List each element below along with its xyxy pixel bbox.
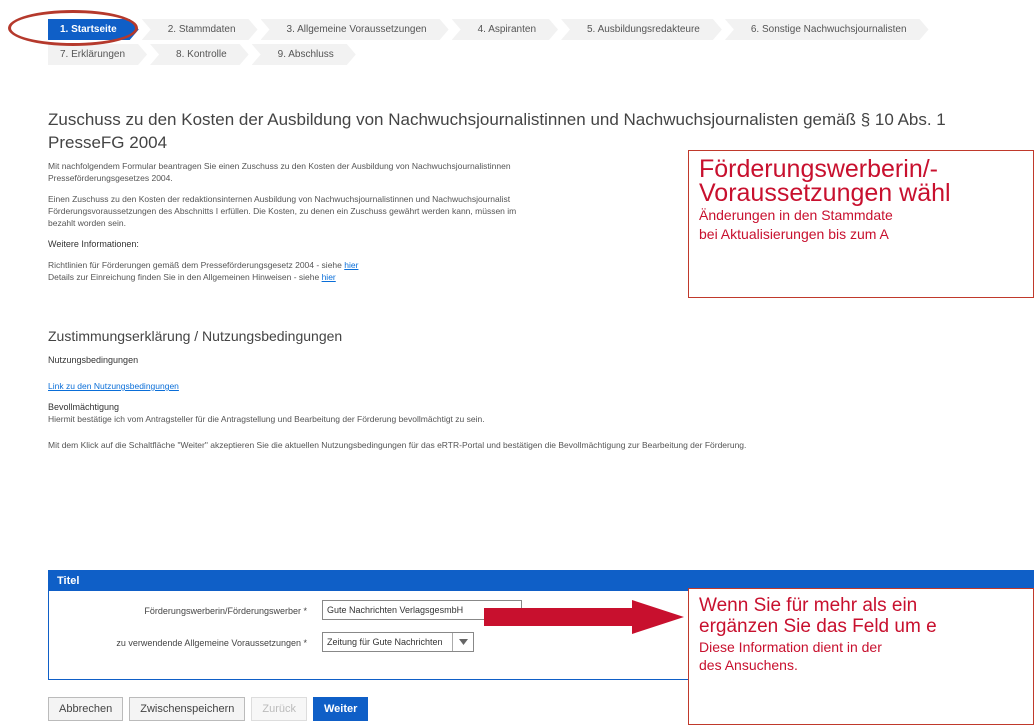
hinweise-link[interactable]: hier bbox=[322, 272, 336, 282]
step-highlight-oval bbox=[8, 10, 138, 46]
terms-label: Nutzungsbedingungen bbox=[48, 355, 139, 365]
step-aspiranten[interactable]: 4. Aspiranten bbox=[452, 19, 558, 40]
step-allgemeine-voraussetzungen[interactable]: 3. Allgemeine Voraussetzungen bbox=[261, 19, 449, 40]
consent-title: Zustimmungserklärung / Nutzungsbedingung… bbox=[48, 328, 343, 344]
steps-row-2: 7. Erklärungen 8. Kontrolle 9. Abschluss bbox=[48, 44, 1034, 65]
chevron-down-icon[interactable] bbox=[452, 633, 473, 651]
step-abschluss[interactable]: 9. Abschluss bbox=[252, 44, 356, 65]
power-label: Bevollmächtigung bbox=[48, 402, 120, 412]
note1-title1: Förderungswerberin/- bbox=[699, 155, 938, 183]
note1-sub1: Änderungen in den Stammdate bbox=[699, 207, 893, 223]
intro2c-text: bezahlt worden sein. bbox=[48, 218, 126, 228]
intro1b-text: Presseförderungsgesetzes 2004. bbox=[48, 173, 173, 183]
prerequisites-select[interactable]: Zeitung für Gute Nachrichten bbox=[322, 632, 474, 652]
power-of-attorney: Bevollmächtigung Hiermit bestätige ich vo… bbox=[48, 401, 1034, 425]
save-draft-button[interactable]: Zwischenspeichern bbox=[129, 697, 246, 721]
annotation-box-bottom: Wenn Sie für mehr als ein ergänzen Sie d… bbox=[688, 588, 1034, 725]
page-title-line1: Zuschuss zu den Kosten der Ausbildung vo… bbox=[48, 110, 946, 129]
page-title-line2: PresseFG 2004 bbox=[48, 133, 168, 152]
action-buttons: Abbrechen Zwischenspeichern Zurück Weite… bbox=[48, 697, 369, 721]
field1-label: Förderungswerberin/Förderungswerber * bbox=[144, 606, 307, 616]
step-kontrolle[interactable]: 8. Kontrolle bbox=[150, 44, 249, 65]
intro1-text: Mit nachfolgendem Formular beantragen Si… bbox=[48, 161, 511, 171]
info2-text: Details zur Einreichung finden Sie in de… bbox=[48, 272, 322, 282]
note2-title2: ergänzen Sie das Feld um e bbox=[699, 616, 937, 637]
accept-text: Mit dem Klick auf die Schaltfläche "Weit… bbox=[48, 440, 747, 450]
intro2a-text: Einen Zuschuss zu den Kosten der redakti… bbox=[48, 194, 511, 204]
annotation-arrow-icon bbox=[484, 600, 684, 634]
note2-sub1: Diese Information dient in der bbox=[699, 639, 882, 655]
intro2b-text: Förderungsvoraussetzungen des Abschnitts… bbox=[48, 206, 517, 216]
prerequisites-select-value: Zeitung für Gute Nachrichten bbox=[327, 637, 443, 647]
step-erklaerungen[interactable]: 7. Erklärungen bbox=[48, 44, 147, 65]
note1-title2: Voraussetzungen wähl bbox=[699, 179, 951, 207]
step-ausbildungsredakteure[interactable]: 5. Ausbildungsredakteure bbox=[561, 19, 722, 40]
back-button: Zurück bbox=[251, 697, 307, 721]
note1-sub2: bei Aktualisierungen bis zum A bbox=[699, 226, 889, 242]
step-sonstige-nachwuchsjournalisten[interactable]: 6. Sonstige Nachwuchsjournalisten bbox=[725, 19, 929, 40]
page-title: Zuschuss zu den Kosten der Ausbildung vo… bbox=[48, 108, 1034, 154]
cancel-button[interactable]: Abbrechen bbox=[48, 697, 124, 721]
power-text: Hiermit bestätige ich vom Antragsteller … bbox=[48, 414, 485, 424]
terms-link[interactable]: Link zu den Nutzungsbedingungen bbox=[48, 381, 179, 391]
step-stammdaten[interactable]: 2. Stammdaten bbox=[142, 19, 258, 40]
note2-title1: Wenn Sie für mehr als ein bbox=[699, 595, 918, 616]
field2-label: zu verwendende Allgemeine Voraussetzunge… bbox=[116, 638, 307, 648]
steps-row-1: 1. Startseite 2. Stammdaten 3. Allgemein… bbox=[48, 19, 1034, 40]
info1-text: Richtlinien für Förderungen gemäß dem Pr… bbox=[48, 260, 345, 270]
next-button[interactable]: Weiter bbox=[313, 697, 369, 721]
annotation-box-top: Förderungswerberin/- Voraussetzungen wäh… bbox=[688, 150, 1034, 298]
richtlinien-link[interactable]: hier bbox=[344, 260, 358, 270]
wizard-steps: 1. Startseite 2. Stammdaten 3. Allgemein… bbox=[48, 19, 1034, 69]
note2-sub2: des Ansuchens. bbox=[699, 657, 798, 673]
